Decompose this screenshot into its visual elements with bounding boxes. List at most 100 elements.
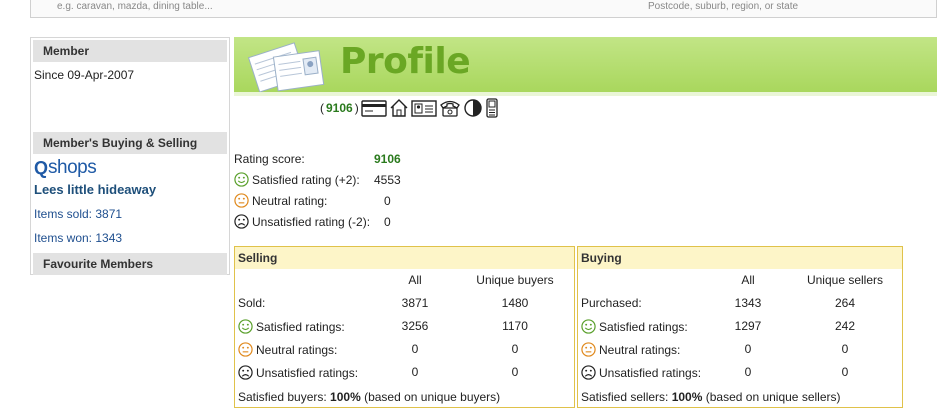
frown-icon: [581, 365, 596, 380]
buying-row-label: Unsatisfied ratings:: [599, 365, 702, 380]
items-won-link[interactable]: Items won: 1343: [31, 227, 229, 251]
selling-row-unique: 0: [511, 365, 519, 379]
selling-table-row: Satisfied ratings: 3256 1170: [235, 315, 574, 338]
selling-rows: Sold: 3871 1480 Satisfied ratings: 3256 1170 N…: [235, 292, 574, 384]
id-card-icon[interactable]: [411, 98, 437, 118]
buying-row-label: Purchased:: [581, 296, 642, 310]
rating-summary: Rating score: 9106 Satisfied rating (+2)…: [234, 148, 534, 232]
buying-row-unique: 0: [841, 342, 849, 356]
buying-row-all: 1297: [734, 319, 762, 333]
buying-header-row: All Unique sellers: [578, 269, 902, 292]
buying-footer-prefix: Satisfied sellers:: [581, 390, 672, 404]
buying-table-row: Purchased: 1343 264: [578, 292, 902, 315]
selling-row-unique: 1170: [502, 319, 528, 333]
member-heading: Member: [33, 40, 227, 62]
buying-row-all: 0: [744, 365, 752, 379]
buying-rows: Purchased: 1343 264 Satisfied ratings: 1297 2…: [578, 292, 902, 384]
buying-row-unique: 242: [834, 319, 856, 333]
neutral-face-icon: [234, 193, 249, 208]
satisfied-rating-label: Satisfied rating (+2):: [252, 172, 360, 187]
selling-table-row: Unsatisfied ratings: 0 0: [235, 361, 574, 384]
neutral-face-icon: [581, 342, 596, 357]
keyword-search-input[interactable]: e.g. caravan, mazda, dining table...: [57, 0, 213, 14]
selling-footer: Satisfied buyers: 100% (based on unique …: [238, 390, 500, 404]
buying-panel: Buying All Unique sellers Purchased: 1343…: [577, 246, 903, 408]
buying-footer-percent: 100%: [671, 390, 703, 404]
profile-documents-icon: [247, 42, 325, 92]
buying-row-label: Neutral ratings:: [599, 342, 681, 357]
profile-banner: Profile: [234, 37, 937, 96]
banner-divider: [234, 92, 937, 96]
selling-table-row: Neutral ratings: 0 0: [235, 338, 574, 361]
score-verification-line: ( 9106 ): [320, 98, 499, 118]
member-sidebar: Member Since 09-Apr-2007 Member's Buying…: [30, 37, 230, 275]
selling-row-label: Satisfied ratings:: [256, 319, 345, 334]
mobile-phone-icon[interactable]: [485, 98, 499, 118]
store-name-link[interactable]: Lees little hideaway: [31, 178, 229, 203]
buying-row-label: Satisfied ratings:: [599, 319, 688, 334]
contrast-icon[interactable]: [463, 98, 483, 118]
credit-card-icon[interactable]: [361, 98, 387, 118]
selling-row-all: 3256: [401, 319, 429, 333]
frown-icon: [238, 365, 253, 380]
neutral-face-icon: [238, 342, 253, 357]
shops-logo[interactable]: Q shops: [31, 154, 229, 178]
selling-heading: Selling: [235, 247, 574, 269]
buying-footer: Satisfied sellers: 100% (based on unique…: [581, 390, 841, 404]
buying-table-row: Neutral ratings: 0 0: [578, 338, 902, 361]
selling-footer-suffix: (based on unique buyers): [360, 390, 501, 404]
search-strip: e.g. caravan, mazda, dining table... Pos…: [30, 0, 937, 18]
unsatisfied-rating-row: Unsatisfied rating (-2): 0: [234, 211, 534, 232]
page-title: Profile: [340, 41, 471, 82]
buying-row-unique: 264: [834, 296, 856, 310]
feedback-score-link[interactable]: 9106: [326, 101, 353, 115]
selling-footer-percent: 100%: [330, 390, 361, 404]
buying-row-unique: 0: [841, 365, 849, 379]
buying-table-row: Satisfied ratings: 1297 242: [578, 315, 902, 338]
buying-table-row: Unsatisfied ratings: 0 0: [578, 361, 902, 384]
shops-logo-q: Q: [34, 157, 49, 178]
satisfied-rating-value: 4553: [374, 172, 401, 187]
selling-col-all: All: [408, 273, 422, 287]
unsatisfied-rating-value: 0: [384, 214, 391, 229]
selling-header-row: All Unique buyers: [235, 269, 574, 292]
neutral-rating-label: Neutral rating:: [252, 193, 328, 208]
score-open-paren: (: [320, 101, 324, 115]
selling-row-unique: 0: [511, 342, 519, 356]
frown-icon: [234, 214, 249, 229]
buying-row-all: 1343: [734, 296, 762, 310]
selling-row-all: 3871: [401, 296, 429, 310]
selling-row-label: Unsatisfied ratings:: [256, 365, 359, 380]
buying-col-unique: Unique sellers: [806, 273, 884, 287]
items-sold-link[interactable]: Items sold: 3871: [31, 203, 229, 227]
rating-score-row: Rating score: 9106: [234, 148, 534, 169]
selling-row-label: Neutral ratings:: [256, 342, 338, 357]
smile-icon: [581, 319, 596, 334]
smile-icon: [234, 172, 249, 187]
buying-selling-heading: Member's Buying & Selling: [33, 132, 227, 154]
favourite-members-heading: Favourite Members: [33, 253, 227, 275]
selling-row-unique: 1480: [501, 296, 529, 310]
buying-row-all: 0: [744, 342, 752, 356]
selling-row-all: 0: [411, 365, 419, 379]
unsatisfied-rating-label: Unsatisfied rating (-2):: [252, 214, 371, 229]
phone-icon[interactable]: [439, 98, 461, 118]
neutral-rating-value: 0: [384, 193, 391, 208]
selling-footer-prefix: Satisfied buyers:: [238, 390, 331, 404]
home-icon[interactable]: [389, 98, 409, 118]
neutral-rating-row: Neutral rating: 0: [234, 190, 534, 211]
buying-footer-suffix: (based on unique sellers): [702, 390, 841, 404]
rating-score-label: Rating score:: [234, 151, 305, 166]
buying-heading: Buying: [578, 247, 902, 269]
selling-col-unique: Unique buyers: [476, 273, 554, 287]
selling-table-row: Sold: 3871 1480: [235, 292, 574, 315]
shops-logo-text: shops: [48, 157, 97, 178]
rating-score-value: 9106: [374, 151, 401, 166]
location-search-input[interactable]: Postcode, suburb, region, or state: [648, 0, 798, 14]
selling-row-label: Sold:: [238, 296, 266, 310]
selling-panel: Selling All Unique buyers Sold: 3871 1480 S…: [234, 246, 575, 408]
buying-col-all: All: [741, 273, 755, 287]
selling-row-all: 0: [411, 342, 419, 356]
satisfied-rating-row: Satisfied rating (+2): 4553: [234, 169, 534, 190]
score-close-paren: ): [354, 101, 359, 115]
